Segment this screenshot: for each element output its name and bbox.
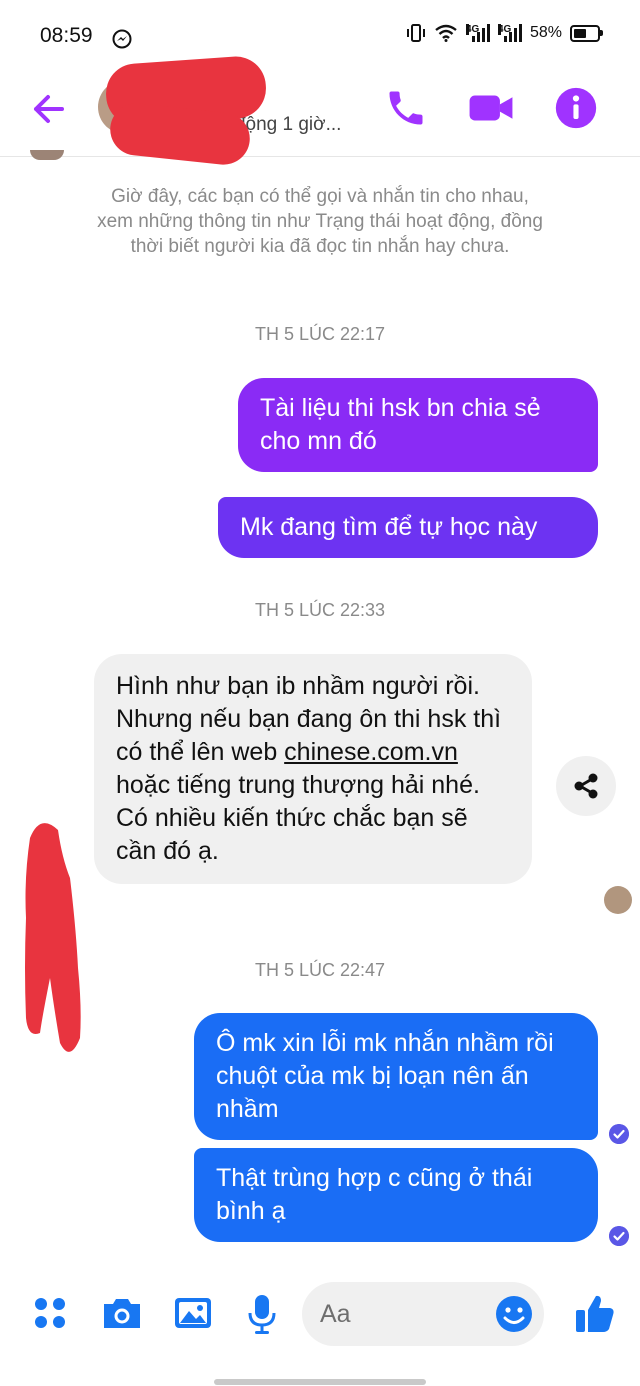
timestamp: TH 5 LÚC 22:47: [254, 960, 386, 980]
image-icon[interactable]: [172, 1290, 214, 1336]
microphone-icon[interactable]: [244, 1290, 280, 1336]
apps-icon[interactable]: [30, 1290, 70, 1336]
system-note: Giờ đây, các bạn có thể gọi và nhắn tin …: [97, 186, 543, 257]
back-arrow-icon[interactable]: [26, 86, 72, 132]
signal-icon: 4G: [497, 24, 522, 42]
camera-icon[interactable]: [100, 1290, 144, 1336]
emoji-icon[interactable]: [494, 1294, 534, 1334]
sent-message[interactable]: Mk đang tìm để tự học này: [218, 497, 598, 558]
battery-icon: [570, 24, 603, 42]
signal-icon: 4G: [465, 24, 490, 42]
sent-message[interactable]: Thật trùng hợp c cũng ở thái bình ạ: [194, 1148, 598, 1242]
message-input-placeholder: Aa: [320, 1300, 351, 1328]
timestamp: TH 5 LÚC 22:33: [254, 600, 386, 620]
message-link[interactable]: chinese.com.vn: [284, 738, 458, 766]
status-time: 08:59: [40, 24, 93, 47]
battery-percent: 58%: [529, 24, 562, 41]
conversation-header: [0, 64, 640, 157]
thumbs-up-icon[interactable]: [572, 1290, 618, 1336]
wifi-icon: [435, 24, 457, 42]
seen-check-icon: [609, 1226, 629, 1246]
avatar-strip: [30, 150, 64, 160]
status-indicators: 4G 4G 58%: [406, 24, 603, 42]
messenger-icon: [112, 29, 132, 49]
redaction-mark: [25, 823, 81, 1052]
seen-avatar: [604, 886, 632, 914]
sent-message[interactable]: Ô mk xin lỗi mk nhắn nhầm rồi chuột của …: [194, 1013, 598, 1140]
share-button[interactable]: [556, 756, 616, 816]
timestamp: TH 5 LÚC 22:17: [254, 324, 386, 344]
message-text: hoặc tiếng trung thượng hải nhé. Có nhiề…: [116, 771, 480, 865]
received-message[interactable]: Hình như bạn ib nhầm người rồi. Nhưng nế…: [94, 654, 532, 884]
vibrate-icon: [406, 24, 425, 42]
video-camera-icon[interactable]: [466, 86, 516, 130]
seen-check-icon: [609, 1124, 629, 1144]
sent-message[interactable]: Tài liệu thi hsk bn chia sẻ cho mn đó: [238, 378, 598, 472]
share-icon: [574, 773, 598, 799]
phone-icon[interactable]: [384, 86, 428, 130]
home-indicator: [214, 1379, 426, 1385]
info-icon[interactable]: [554, 86, 598, 130]
